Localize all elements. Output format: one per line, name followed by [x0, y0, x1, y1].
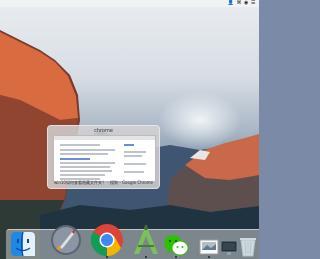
wechat-icon[interactable] — [163, 233, 189, 257]
thumbnail-text-line — [60, 162, 115, 164]
thumbnail-text-line — [60, 149, 115, 151]
thumbnail-text-line — [60, 144, 100, 146]
display-icon[interactable] — [220, 240, 238, 256]
thumbnail-text-line — [60, 153, 108, 155]
thumbnail-side-line — [124, 163, 146, 165]
desktop-wallpaper: 👤 ⌘ ◉ ☰ chrome win10如何查看隐藏文件夹？ - 搜狗 - Go… — [0, 0, 259, 259]
menu-bar: 👤 ⌘ ◉ ☰ — [0, 0, 259, 7]
switcher-app-name: chrome — [94, 128, 113, 134]
android-studio-icon[interactable] — [130, 222, 162, 257]
chrome-icon[interactable] — [90, 223, 124, 257]
preview-icon[interactable] — [199, 238, 219, 256]
thumbnail-text-line — [60, 174, 105, 176]
menubar-status-icons[interactable]: 👤 ⌘ ◉ ☰ — [228, 0, 256, 7]
thumbnail-link-line — [60, 158, 90, 160]
thumbnail-text-line — [60, 166, 110, 168]
thumbnail-side-line — [124, 171, 144, 173]
thumbnail-side-line — [124, 155, 142, 157]
chrome-running-indicator — [106, 256, 108, 258]
window-switcher-preview[interactable]: chrome win10如何查看隐藏文件夹？ - 搜狗 - Google Chr… — [47, 125, 160, 189]
thumbnail-tab-bar — [54, 136, 155, 140]
wechat-running-indicator — [175, 256, 177, 258]
trash-icon[interactable] — [239, 236, 257, 257]
window-thumbnail[interactable] — [53, 135, 156, 182]
thumbnail-button — [124, 144, 134, 146]
launchpad-icon[interactable] — [50, 223, 82, 257]
finder-icon[interactable] — [10, 231, 36, 257]
switcher-window-title: win10如何查看隐藏文件夹？ - 搜狗 - Google Chrome — [53, 180, 154, 185]
thumbnail-text-line — [60, 170, 112, 172]
android-studio-running-indicator — [145, 256, 147, 258]
thumbnail-side-line — [124, 151, 146, 153]
preview-running-indicator — [208, 256, 210, 258]
